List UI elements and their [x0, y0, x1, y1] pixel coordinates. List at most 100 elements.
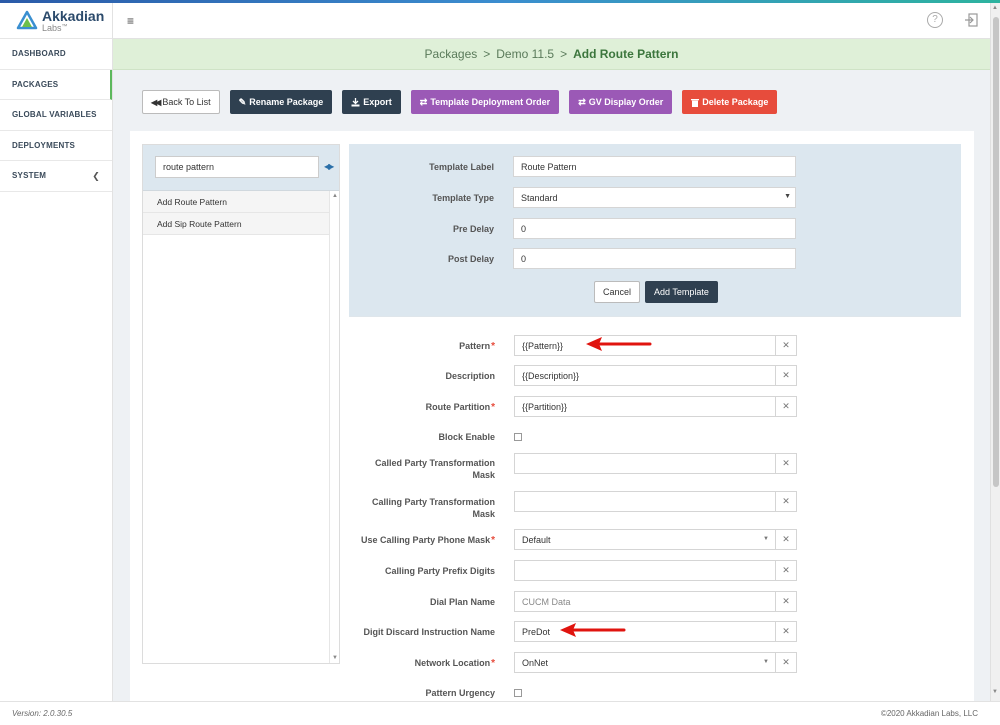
annotation-arrow-icon	[560, 623, 626, 637]
template-list-pane: ◀▶ Add Route Pattern Add Sip Route Patte…	[142, 144, 340, 664]
breadcrumb-separator: >	[560, 47, 568, 61]
scrollbar-thumb[interactable]	[993, 17, 999, 487]
copyright-text: ©2020 Akkadian Labs, LLC	[880, 709, 978, 718]
clear-icon[interactable]: ✕	[776, 453, 797, 474]
list-scrollbar[interactable]: ▲ ▼	[329, 191, 339, 663]
scroll-up-icon[interactable]: ▲	[332, 193, 338, 199]
network-location-select[interactable]: OnNet ▼	[514, 652, 776, 673]
sidebar-item-label: DEPLOYMENTS	[12, 140, 76, 150]
logout-icon[interactable]	[964, 13, 978, 27]
prefix-digits-label: Calling Party Prefix Digits	[384, 566, 495, 576]
rename-package-button[interactable]: ✎ Rename Package	[229, 90, 333, 114]
post-delay-label: Post Delay	[447, 253, 494, 264]
back-to-list-label: Back To List	[162, 97, 211, 107]
sidebar-item-dashboard[interactable]: DASHBOARD	[0, 39, 112, 70]
pattern-label: Pattern*	[350, 340, 495, 353]
hamburger-menu-icon[interactable]: ≡	[127, 14, 134, 28]
description-input[interactable]: {{Description}}	[514, 365, 776, 386]
phone-mask-label-text: Use Calling Party Phone Mask	[361, 535, 491, 545]
route-partition-label: Route Partition*	[350, 401, 495, 414]
breadcrumb-packages[interactable]: Packages	[425, 47, 478, 61]
digit-discard-input[interactable]: PreDot	[514, 621, 776, 642]
dropdown-arrow-icon: ▼	[763, 536, 769, 542]
pre-delay-input[interactable]: 0	[513, 218, 796, 239]
dial-plan-name-input[interactable]: CUCM Data	[514, 591, 776, 612]
template-search-area: ◀▶	[143, 145, 339, 191]
required-asterisk: *	[491, 402, 495, 413]
footer: Version: 2.0.30.5 ©2020 Akkadian Labs, L…	[0, 701, 1000, 725]
clear-icon[interactable]: ✕	[776, 335, 797, 356]
pattern-urgency-checkbox[interactable]	[514, 689, 522, 697]
list-item[interactable]: Add Route Pattern	[143, 191, 330, 213]
route-partition-label-text: Route Partition	[425, 402, 491, 412]
prefix-digits-input[interactable]	[514, 560, 776, 581]
called-party-mask-input[interactable]	[514, 453, 776, 474]
template-settings-box: Template Label Route Pattern Template Ty…	[349, 144, 961, 317]
sidebar-item-packages[interactable]: PACKAGES	[0, 69, 112, 100]
topbar: ≡ ?	[113, 3, 990, 39]
template-search-input[interactable]	[155, 156, 319, 178]
pattern-label-text: Pattern	[459, 341, 491, 351]
version-text: Version: 2.0.30.5	[12, 709, 73, 718]
clear-icon[interactable]: ✕	[776, 652, 797, 673]
list-item[interactable]: Add Sip Route Pattern	[143, 213, 330, 235]
template-deployment-order-button[interactable]: ⇄ Template Deployment Order	[410, 90, 560, 114]
back-to-list-button[interactable]: ◀◀ Back To List	[142, 90, 220, 114]
template-type-select[interactable]: Standard ▼	[513, 187, 796, 208]
route-partition-input[interactable]: {{Partition}}	[514, 396, 776, 417]
export-button[interactable]: Export	[342, 90, 401, 114]
network-location-value: OnNet	[522, 657, 549, 668]
network-location-label: Network Location*	[350, 657, 495, 670]
template-type-value: Standard	[521, 192, 558, 203]
scroll-down-icon[interactable]: ▼	[332, 655, 338, 661]
digit-discard-label: Digit Discard Instruction Name	[363, 627, 495, 637]
template-label-input[interactable]: Route Pattern	[513, 156, 796, 177]
clear-icon[interactable]: ✕	[776, 491, 797, 512]
sidebar-item-label: DASHBOARD	[12, 49, 66, 59]
brand-logo[interactable]: Akkadian Labs™	[0, 3, 112, 39]
sidebar-item-global-variables[interactable]: GLOBAL VARIABLES	[0, 100, 112, 131]
clear-icon[interactable]: ✕	[776, 365, 797, 386]
editor-panel: ◀▶ Add Route Pattern Add Sip Route Patte…	[130, 131, 974, 701]
phone-mask-select[interactable]: Default ▼	[514, 529, 776, 550]
akkadian-logo-icon	[16, 10, 38, 29]
sidebar-item-system[interactable]: SYSTEM ❮	[0, 161, 112, 192]
clear-icon[interactable]: ✕	[776, 396, 797, 417]
scroll-down-icon[interactable]: ▼	[992, 689, 998, 695]
clear-icon[interactable]: ✕	[776, 591, 797, 612]
export-label: Export	[363, 97, 392, 107]
pre-delay-label: Pre Delay	[452, 223, 494, 234]
required-asterisk: *	[491, 658, 495, 669]
required-asterisk: *	[491, 535, 495, 546]
sidebar-item-label: SYSTEM	[12, 171, 47, 181]
main-content: Packages > Demo 11.5 > Add Route Pattern…	[113, 39, 990, 701]
annotation-arrow-icon	[586, 337, 652, 351]
collapse-toggle-icon[interactable]: ◀▶	[324, 162, 334, 171]
gv-display-order-button[interactable]: ⇄ GV Display Order	[569, 90, 673, 114]
clear-icon[interactable]: ✕	[776, 529, 797, 550]
scroll-up-icon[interactable]: ▲	[992, 5, 998, 11]
sidebar-item-label: PACKAGES	[12, 79, 59, 89]
page-scrollbar[interactable]: ▲ ▼	[990, 3, 1000, 701]
delete-package-button[interactable]: Delete Package	[682, 90, 778, 114]
sidebar-item-deployments[interactable]: DEPLOYMENTS	[0, 131, 112, 161]
cancel-button[interactable]: Cancel	[594, 281, 641, 303]
breadcrumb-separator: >	[483, 47, 491, 61]
post-delay-input[interactable]: 0	[513, 248, 796, 269]
breadcrumb-current: Add Route Pattern	[573, 47, 679, 61]
clear-icon[interactable]: ✕	[776, 621, 797, 642]
breadcrumb: Packages > Demo 11.5 > Add Route Pattern	[113, 39, 990, 70]
block-enable-checkbox[interactable]	[514, 433, 522, 441]
help-icon[interactable]: ?	[927, 12, 943, 28]
template-type-label: Template Type	[432, 192, 494, 203]
brand-name: Akkadian	[42, 7, 105, 24]
brand-tm: ™	[61, 23, 68, 30]
dial-plan-name-label: Dial Plan Name	[429, 597, 495, 607]
clear-icon[interactable]: ✕	[776, 560, 797, 581]
phone-mask-label: Use Calling Party Phone Mask*	[350, 534, 495, 547]
calling-party-mask-input[interactable]	[514, 491, 776, 512]
breadcrumb-package[interactable]: Demo 11.5	[496, 47, 554, 61]
add-template-button[interactable]: Add Template	[645, 281, 718, 303]
template-label-label: Template Label	[429, 161, 494, 172]
shuffle-icon: ⇄	[578, 96, 586, 107]
